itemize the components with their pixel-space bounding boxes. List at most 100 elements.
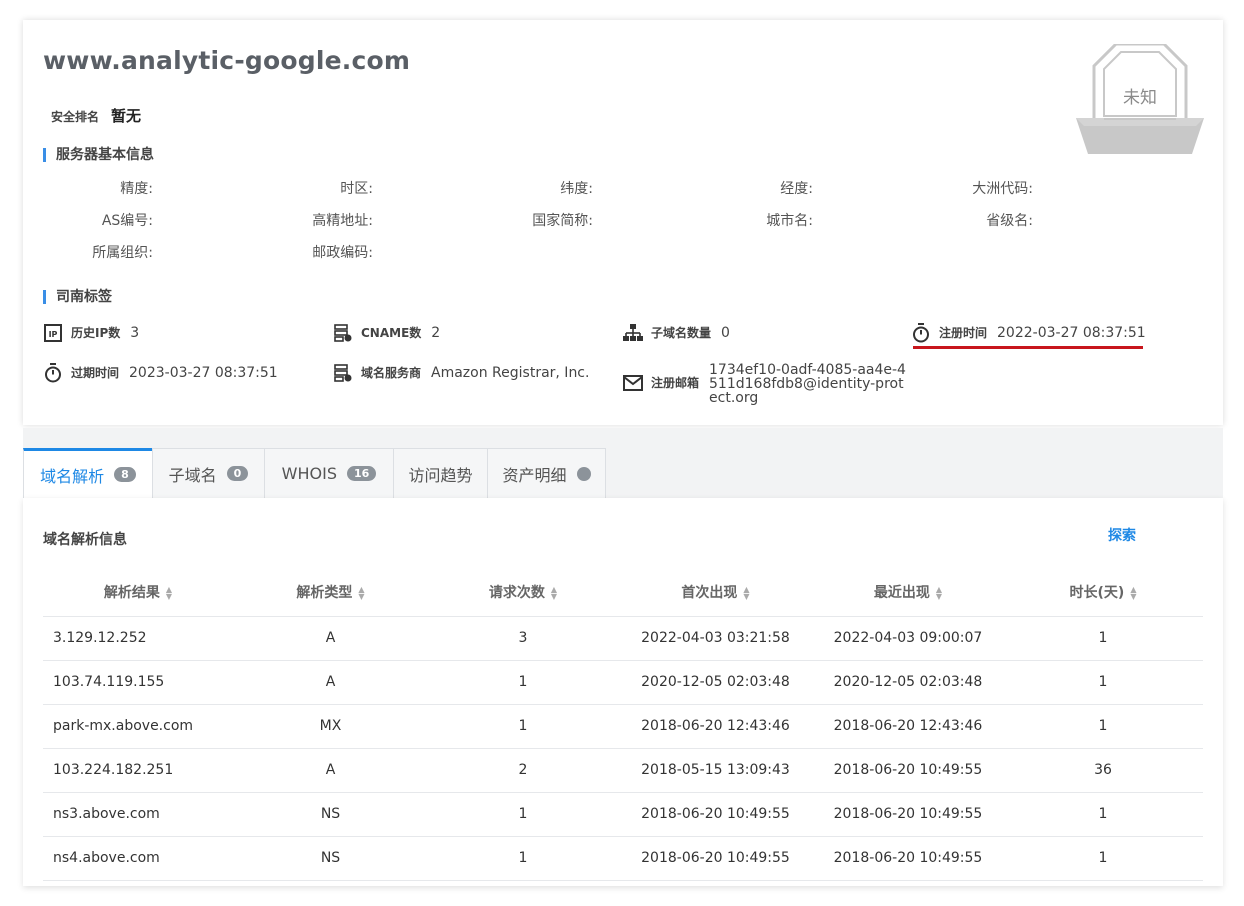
- ip-icon: IP: [43, 323, 63, 343]
- tab-visit-trend[interactable]: 访问趋势: [393, 448, 488, 498]
- tab-asset-details[interactable]: 资产明细: [487, 448, 606, 498]
- column-header-duration[interactable]: 时长(天) ▲ ▼: [1003, 568, 1203, 617]
- cell-last-seen: 2018-06-20 10:49:55: [813, 836, 1003, 881]
- cell-result: ns4.above.com: [43, 836, 233, 881]
- table-row: park-mx.above.com MX 1 2018-06-20 12:43:…: [43, 704, 1203, 749]
- tag-expiration-time: 过期时间 2023-03-27 08:37:51: [43, 363, 278, 383]
- tags-section-title: 司南标签: [43, 290, 112, 304]
- cell-first-seen: 2018-06-20 10:49:55: [618, 792, 813, 837]
- cell-type: A: [233, 748, 428, 793]
- sort-icon[interactable]: ▲ ▼: [1130, 585, 1136, 600]
- tab-dns-resolution[interactable]: 域名解析 8: [23, 448, 153, 498]
- loading-dot-icon: [576, 466, 591, 481]
- cell-result: 103.74.119.155: [43, 660, 233, 705]
- cell-duration: 36: [1003, 748, 1203, 793]
- tab-whois[interactable]: WHOIS 16: [264, 448, 394, 498]
- domain-title: www.analytic-google.com: [43, 46, 411, 75]
- cell-last-seen: 2018-06-20 10:49:55: [813, 792, 1003, 837]
- cell-request-count: 1: [428, 660, 618, 705]
- column-header-result[interactable]: 解析结果 ▲ ▼: [43, 568, 233, 617]
- registration-time-highlight: [913, 346, 1143, 349]
- info-field-country-code: 国家简称:: [532, 213, 593, 229]
- tab-label: 域名解析: [40, 466, 105, 486]
- info-field-city: 城市名:: [766, 213, 813, 229]
- cell-first-seen: 2018-06-20 10:49:55: [618, 836, 813, 881]
- table-row: ns4.above.com NS 1 2018-06-20 10:49:55 2…: [43, 836, 1203, 881]
- cell-result: ns3.above.com: [43, 792, 233, 837]
- cell-duration: 1: [1003, 792, 1203, 837]
- tag-value: 0: [721, 325, 730, 341]
- domain-info-card: www.analytic-google.com 安全排名 暂无 未知 服务器基本…: [23, 20, 1223, 425]
- server-info-section-title: 服务器基本信息: [43, 148, 154, 162]
- tag-label: 子域名数量: [651, 326, 712, 340]
- tag-label: 注册时间: [939, 326, 988, 340]
- info-field-postal-code: 邮政编码:: [312, 245, 373, 261]
- cell-first-seen: 2022-04-03 03:21:58: [618, 616, 813, 661]
- tag-value: Amazon Registrar, Inc.: [431, 365, 590, 381]
- tag-registrar: 域名服务商 Amazon Registrar, Inc.: [333, 363, 589, 383]
- cell-duration: 1: [1003, 660, 1203, 705]
- cell-duration: 1: [1003, 616, 1203, 661]
- info-field-timezone: 时区:: [340, 181, 373, 197]
- cell-duration: 1: [1003, 836, 1203, 881]
- column-header-request-count[interactable]: 请求次数 ▲ ▼: [428, 568, 618, 617]
- stopwatch-icon: [911, 323, 931, 343]
- tag-value: 2022-03-27 08:37:51: [997, 325, 1146, 341]
- sort-icon[interactable]: ▲ ▼: [166, 585, 172, 600]
- tab-count-badge: 16: [347, 466, 377, 481]
- cell-duration: 1: [1003, 704, 1203, 749]
- explore-link[interactable]: 探索: [1108, 525, 1136, 545]
- cell-first-seen: 2020-12-05 02:03:48: [618, 660, 813, 705]
- tag-subdomain-count: 子域名数量 0: [623, 323, 730, 343]
- info-field-longitude: 经度:: [780, 181, 813, 197]
- tag-registration-email: 注册邮箱 1734ef10-0adf-4085-aa4e-4511d168fdb…: [623, 363, 909, 405]
- cell-request-count: 1: [428, 704, 618, 749]
- sort-icon[interactable]: ▲ ▼: [358, 585, 364, 600]
- badge-text: 未知: [1123, 88, 1157, 108]
- cell-last-seen: 2020-12-05 02:03:48: [813, 660, 1003, 705]
- tag-label: 域名服务商: [361, 366, 422, 380]
- cell-first-seen: 2018-05-15 13:09:43: [618, 748, 813, 793]
- sitemap-icon: [623, 323, 643, 343]
- cell-last-seen: 2018-06-20 12:43:46: [813, 704, 1003, 749]
- table-row: 103.224.182.251 A 2 2018-05-15 13:09:43 …: [43, 748, 1203, 793]
- cell-type: A: [233, 660, 428, 705]
- tab-label: 子域名: [168, 465, 217, 485]
- table-row: 3.129.12.252 A 3 2022-04-03 03:21:58 202…: [43, 616, 1203, 661]
- tab-subdomains[interactable]: 子域名 0: [152, 448, 265, 498]
- column-header-type[interactable]: 解析类型 ▲ ▼: [233, 568, 428, 617]
- column-header-first-seen[interactable]: 首次出现 ▲ ▼: [618, 568, 813, 617]
- tag-label: 注册邮箱: [651, 376, 700, 390]
- cell-request-count: 2: [428, 748, 618, 793]
- tab-label: 资产明细: [502, 465, 567, 485]
- envelope-icon: [623, 373, 643, 393]
- cell-request-count: 1: [428, 836, 618, 881]
- tab-count-badge: 8: [114, 467, 136, 482]
- info-field-precision: 精度:: [120, 181, 153, 197]
- cell-type: MX: [233, 704, 428, 749]
- dns-resolution-table: 解析结果 ▲ ▼ 解析类型 ▲ ▼ 请求次数 ▲ ▼ 首次出现 ▲ ▼ 最近出现 ▲ ▼ 时长(天)…: [43, 568, 1203, 881]
- cell-request-count: 3: [428, 616, 618, 661]
- info-field-as-number: AS编号:: [101, 213, 153, 229]
- cell-result: 103.224.182.251: [43, 748, 233, 793]
- tag-value: 1734ef10-0adf-4085-aa4e-4511d168fdb8@ide…: [709, 362, 906, 406]
- sort-icon[interactable]: ▲ ▼: [936, 585, 942, 600]
- cell-first-seen: 2018-06-20 12:43:46: [618, 704, 813, 749]
- dns-resolution-title: 域名解析信息: [43, 532, 127, 548]
- tag-value: 2023-03-27 08:37:51: [129, 365, 278, 381]
- tab-label: 访问趋势: [408, 465, 473, 485]
- tab-label: WHOIS: [281, 464, 337, 483]
- security-rank-value: 暂无: [111, 107, 142, 125]
- stopwatch-icon: [43, 363, 63, 383]
- table-row: ns3.above.com NS 1 2018-06-20 10:49:55 2…: [43, 792, 1203, 837]
- sort-icon[interactable]: ▲ ▼: [743, 585, 749, 600]
- cell-result: 3.129.12.252: [43, 616, 233, 661]
- column-header-last-seen[interactable]: 最近出现 ▲ ▼: [813, 568, 1003, 617]
- tag-label: 历史IP数: [71, 326, 121, 340]
- tag-value: 3: [130, 325, 140, 341]
- cell-result: park-mx.above.com: [43, 704, 233, 749]
- server-icon: [333, 323, 353, 343]
- risk-badge: 未知: [1076, 44, 1204, 154]
- table-header-row: 解析结果 ▲ ▼ 解析类型 ▲ ▼ 请求次数 ▲ ▼ 首次出现 ▲ ▼ 最近出现 ▲ ▼ 时长(天)…: [43, 568, 1203, 617]
- sort-icon[interactable]: ▲ ▼: [551, 585, 557, 600]
